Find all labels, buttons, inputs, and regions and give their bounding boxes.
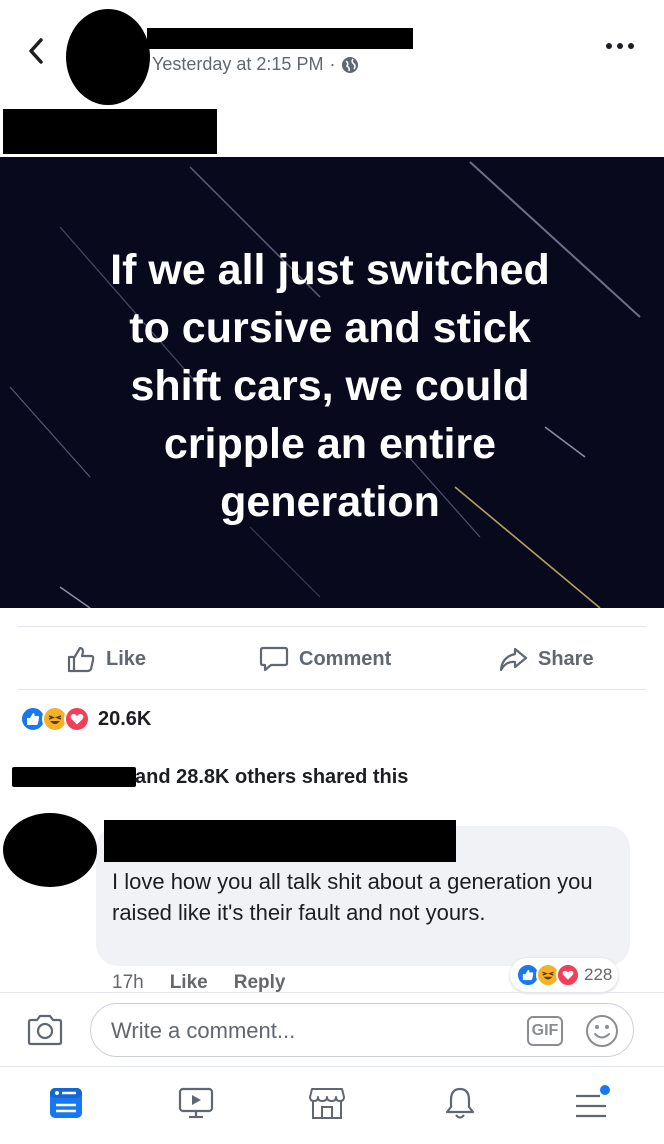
share-label: Share bbox=[538, 647, 594, 670]
like-label: Like bbox=[106, 647, 147, 670]
love-reaction-icon bbox=[556, 963, 580, 987]
camera-icon bbox=[27, 1014, 63, 1046]
nav-notifications[interactable] bbox=[440, 1083, 480, 1123]
thumbs-up-icon bbox=[67, 646, 95, 673]
comment-bubble-icon bbox=[259, 646, 289, 672]
share-button[interactable]: Share bbox=[498, 645, 594, 673]
comment-meta: 17h Like Reply bbox=[112, 972, 285, 994]
love-reaction-icon bbox=[64, 706, 90, 732]
watch-icon bbox=[178, 1087, 214, 1119]
marketplace-icon bbox=[309, 1088, 345, 1119]
nav-marketplace[interactable] bbox=[307, 1083, 347, 1123]
post-action-bar: Like Comment Share bbox=[18, 626, 646, 690]
back-button[interactable] bbox=[22, 36, 50, 66]
compose-bar: Write a comment... GIF bbox=[0, 992, 664, 1064]
commenter-avatar-redacted[interactable] bbox=[3, 813, 97, 887]
author-avatar-redacted[interactable] bbox=[66, 9, 150, 105]
comment-reactions[interactable]: 228 bbox=[510, 958, 619, 992]
commenter-name-redacted[interactable] bbox=[104, 820, 456, 862]
post-image-line: If we all just switched bbox=[110, 246, 550, 294]
bottom-navigation bbox=[0, 1066, 664, 1144]
emoji-button[interactable] bbox=[585, 1014, 619, 1048]
comment-input-placeholder: Write a comment... bbox=[111, 1018, 296, 1043]
post-timestamp: Yesterday at 2:15 PM · bbox=[152, 54, 359, 75]
post-timestamp-text: Yesterday at 2:15 PM bbox=[152, 54, 324, 74]
chevron-left-icon bbox=[29, 38, 43, 64]
shares-summary[interactable]: and 28.8K others shared this bbox=[135, 766, 408, 789]
post-image-line: cripple an entire bbox=[163, 420, 497, 468]
sharer-name-redacted[interactable] bbox=[12, 767, 136, 787]
menu-icon bbox=[576, 1085, 610, 1118]
more-options-button[interactable] bbox=[602, 36, 638, 56]
notifications-icon bbox=[445, 1087, 475, 1119]
camera-button[interactable] bbox=[26, 1013, 64, 1047]
post-image-line: shift cars, we could bbox=[130, 362, 530, 410]
post-image[interactable]: If we all just switched to cursive and s… bbox=[0, 157, 664, 608]
comment-label: Comment bbox=[299, 647, 392, 670]
comment-button[interactable]: Comment bbox=[259, 645, 391, 673]
post-caption-redacted bbox=[3, 109, 217, 154]
reaction-count: 20.6K bbox=[98, 707, 152, 730]
gif-button[interactable]: GIF bbox=[527, 1016, 563, 1046]
share-arrow-icon bbox=[499, 647, 528, 672]
comment-time: 17h bbox=[112, 972, 144, 993]
comment-like-button[interactable]: Like bbox=[170, 972, 208, 994]
post-image-line: to cursive and stick bbox=[129, 304, 531, 352]
comment-text: I love how you all talk shit about a gen… bbox=[112, 869, 593, 925]
post-image-text: If we all just switched to cursive and s… bbox=[40, 241, 620, 531]
globe-icon bbox=[342, 56, 359, 73]
comment-reply-button[interactable]: Reply bbox=[234, 972, 286, 994]
comment-input[interactable]: Write a comment... GIF bbox=[90, 1003, 634, 1057]
nav-watch[interactable] bbox=[176, 1083, 216, 1123]
like-button[interactable]: Like bbox=[66, 645, 146, 673]
smiley-icon bbox=[586, 1015, 618, 1047]
dot-separator: · bbox=[329, 54, 336, 74]
nav-news-feed[interactable] bbox=[46, 1083, 86, 1123]
reactions-summary[interactable]: 20.6K bbox=[20, 706, 151, 732]
post-image-line: generation bbox=[220, 478, 440, 526]
comment-reaction-count: 228 bbox=[584, 965, 613, 984]
nav-menu[interactable] bbox=[572, 1083, 612, 1123]
more-dots-icon bbox=[606, 43, 634, 49]
news-feed-icon bbox=[50, 1088, 82, 1118]
author-name-redacted[interactable] bbox=[147, 28, 413, 49]
